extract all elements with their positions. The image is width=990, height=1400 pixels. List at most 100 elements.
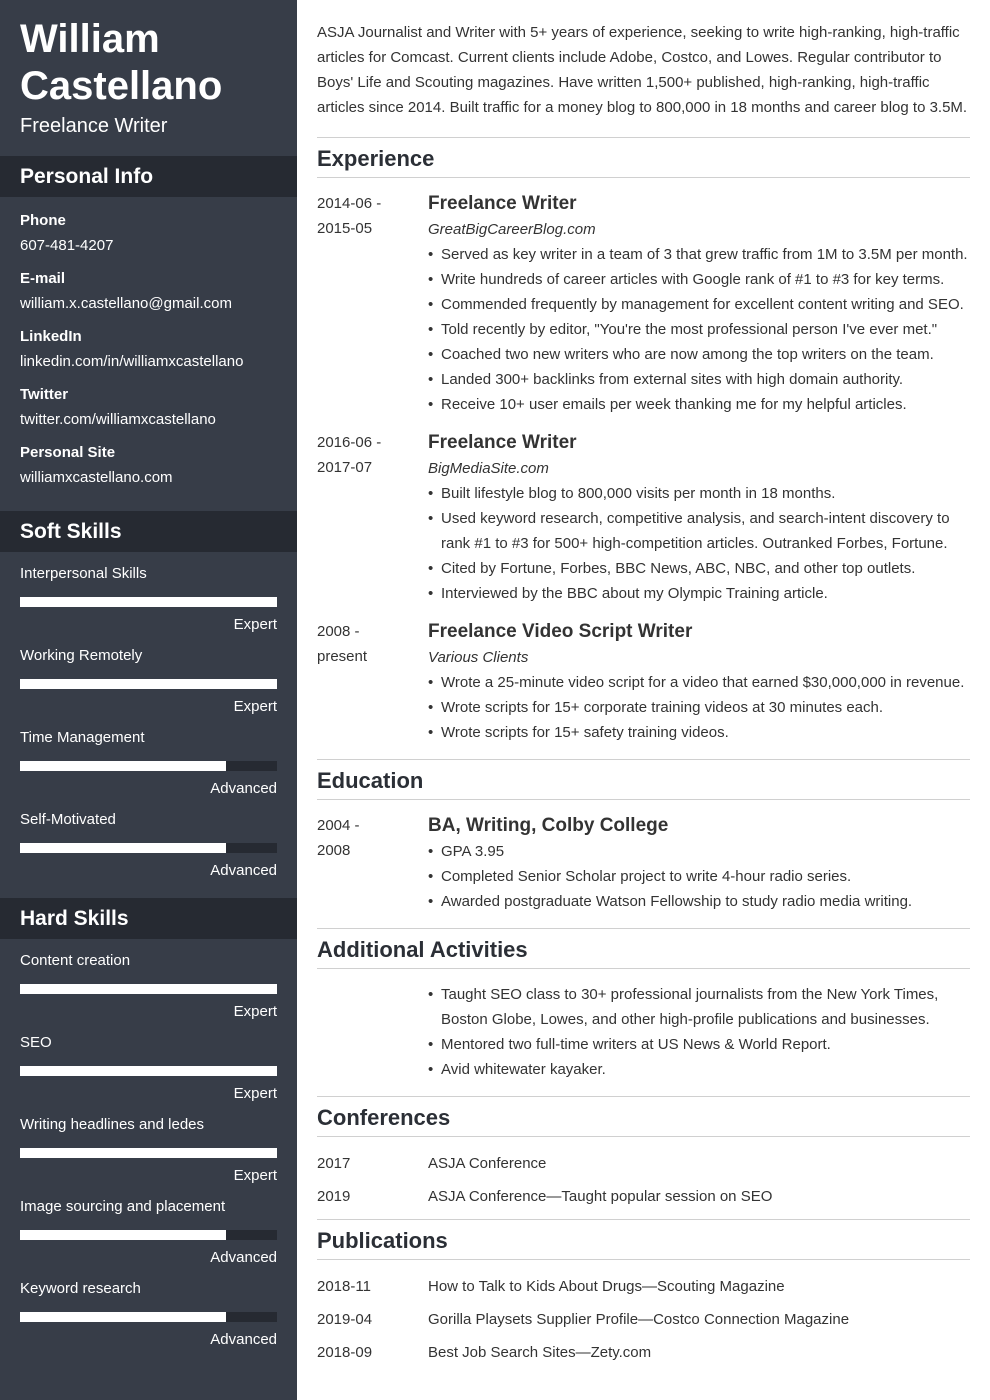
bullet-item: Cited by Fortune, Forbes, BBC News, ABC,… [428, 556, 970, 581]
job-title: Freelance Writer [20, 115, 168, 137]
skill-name: Interpersonal Skills [20, 565, 147, 582]
bullet-item: Mentored two full-time writers at US New… [428, 1032, 970, 1057]
date-end: present [317, 648, 368, 665]
bullet-item: Wrote a 25-minute video script for a vid… [428, 670, 970, 695]
bullet-item: Wrote scripts for 15+ corporate training… [428, 695, 970, 720]
skill-item: Self-Motivated Advanced [20, 810, 277, 881]
entry-date: 2014-06 - 2015-05 [317, 191, 428, 417]
skill-level: Expert [233, 698, 277, 715]
info-phone: Phone 607-481-4207 [20, 211, 277, 256]
linkedin-link[interactable]: linkedin.com/in/williamxcastellano [20, 352, 277, 372]
row-text: Gorilla Playsets Supplier Profile—Costco… [428, 1311, 850, 1328]
entry-date: 2016-06 - 2017-07 [317, 430, 428, 606]
skill-bar [20, 1312, 277, 1322]
skill-item: Working Remotely Expert [20, 646, 277, 717]
skill-level: Expert [233, 1003, 277, 1020]
skill-level: Advanced [210, 1331, 277, 1348]
skill-bar-fill [20, 984, 277, 994]
personal-site-link[interactable]: williamxcastellano.com [20, 468, 277, 488]
skill-item: SEO Expert [20, 1033, 277, 1104]
skill-level: Expert [233, 616, 277, 633]
phone-value: 607-481-4207 [20, 237, 114, 254]
experience-section: Experience 2014-06 - 2015-05 Freelance Wri… [317, 137, 970, 745]
bullet-item: GPA 3.95 [428, 839, 970, 864]
skill-bar [20, 1148, 277, 1158]
info-twitter: Twitter twitter.com/williamxcastellano [20, 385, 277, 430]
list-row: 2019-04 Gorilla Playsets Supplier Profile… [317, 1307, 970, 1332]
skill-bar-fill [20, 1312, 226, 1322]
bullet-item: Landed 300+ backlinks from external site… [428, 367, 970, 392]
activities-entry: Taught SEO class to 30+ professional jou… [317, 982, 970, 1082]
skill-bar [20, 984, 277, 994]
skill-name: SEO [20, 1034, 52, 1051]
skill-bar-fill [20, 597, 277, 607]
personal-info-list: Phone 607-481-4207 E-mail william.x.cast… [0, 197, 297, 511]
bullet-item: Wrote scripts for 15+ safety training vi… [428, 720, 970, 745]
skill-item: Keyword research Advanced [20, 1279, 277, 1350]
sidebar: William Castellano Freelance Writer Pers… [0, 0, 297, 1400]
soft-skills-heading: Soft Skills [0, 511, 297, 552]
skill-item: Writing headlines and ledes Expert [20, 1115, 277, 1186]
bullet-item: Served as key writer in a team of 3 that… [428, 242, 970, 267]
row-text: ASJA Conference—Taught popular session o… [428, 1188, 773, 1205]
list-row: 2018-11 How to Talk to Kids About Drugs—S… [317, 1274, 970, 1299]
skill-name: Self-Motivated [20, 811, 116, 828]
row-date: 2018-09 [317, 1344, 373, 1361]
hard-skills-list: Content creation Expert SEO Expert Writing h… [0, 939, 297, 1367]
entry-title: Freelance Writer [428, 193, 577, 214]
bullet-item: Commended frequently by management for e… [428, 292, 970, 317]
entry-company: GreatBigCareerBlog.com [428, 221, 596, 238]
entry-date [317, 982, 428, 1082]
bullet-item: Used keyword research, competitive analy… [428, 506, 970, 556]
skill-level: Advanced [210, 1249, 277, 1266]
entry: 2008 - present Freelance Video Script Writ… [317, 619, 970, 745]
twitter-link[interactable]: twitter.com/williamxcastellano [20, 410, 277, 430]
bullet-item: Told recently by editor, "You're the mos… [428, 317, 970, 342]
bullet-item: Receive 10+ user emails per week thankin… [428, 392, 970, 417]
bullet-list: Wrote a 25-minute video script for a vid… [428, 670, 970, 745]
info-personal-site: Personal Site williamxcastellano.com [20, 443, 277, 488]
row-date: 2017 [317, 1155, 351, 1172]
skill-bar [20, 597, 277, 607]
entry-title: BA, Writing, Colby College [428, 815, 669, 836]
entry: 2014-06 - 2015-05 Freelance Writer GreatBig… [317, 191, 970, 417]
section-heading: Experience [317, 138, 970, 178]
personal-info-heading: Personal Info [0, 156, 297, 197]
info-label: Phone [20, 212, 66, 229]
education-entries: 2004 - 2008 BA, Writing, Colby College GPA … [317, 813, 970, 914]
skill-bar-fill [20, 843, 226, 853]
bullet-item: Avid whitewater kayaker. [428, 1057, 970, 1082]
skill-level: Advanced [210, 780, 277, 797]
experience-entries: 2014-06 - 2015-05 Freelance Writer GreatBig… [317, 191, 970, 745]
entry-body: BA, Writing, Colby College GPA 3.95Comple… [428, 813, 970, 914]
entry-body: Freelance Video Script Writer Various Cli… [428, 619, 970, 745]
date-start: 2014-06 - [317, 195, 382, 212]
skill-item: Image sourcing and placement Advanced [20, 1197, 277, 1268]
publications-section: Publications 2018-11 How to Talk to Kids … [317, 1219, 970, 1375]
entry-title: Freelance Video Script Writer [428, 621, 693, 642]
entry-body: Freelance Writer GreatBigCareerBlog.com Se… [428, 191, 970, 417]
skill-level: Expert [233, 1167, 277, 1184]
skill-name: Keyword research [20, 1280, 141, 1297]
skill-bar-fill [20, 1148, 277, 1158]
skill-bar-fill [20, 679, 277, 689]
entry-company: BigMediaSite.com [428, 460, 549, 477]
date-end: 2008 [317, 842, 351, 859]
entry-title: Freelance Writer [428, 432, 577, 453]
section-heading: Publications [317, 1220, 970, 1260]
row-text: ASJA Conference [428, 1155, 547, 1172]
last-name: Castellano [20, 64, 223, 108]
bullet-item: Completed Senior Scholar project to writ… [428, 864, 970, 889]
info-label: LinkedIn [20, 328, 82, 345]
skill-bar [20, 1066, 277, 1076]
date-end: 2015-05 [317, 220, 373, 237]
activities-section: Additional Activities Taught SEO class t… [317, 928, 970, 1082]
section-heading: Education [317, 760, 970, 800]
email-link[interactable]: william.x.castellano@gmail.com [20, 294, 277, 314]
row-date: 2019-04 [317, 1311, 373, 1328]
skill-item: Content creation Expert [20, 951, 277, 1022]
row-date: 2018-11 [317, 1278, 371, 1295]
skill-name: Content creation [20, 952, 131, 969]
hard-skills-heading: Hard Skills [0, 898, 297, 939]
skill-level: Expert [233, 1085, 277, 1102]
